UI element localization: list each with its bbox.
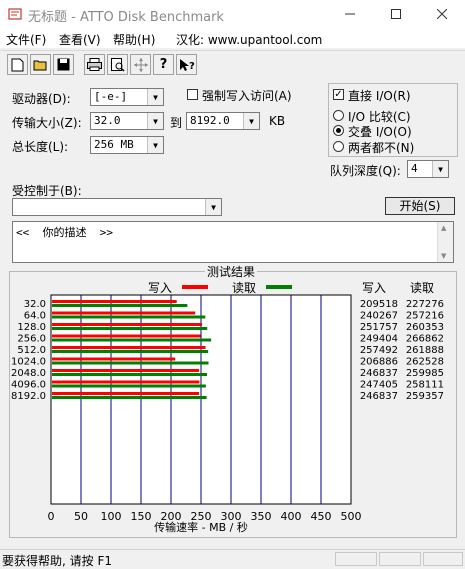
- x-tick-label: 450: [311, 510, 332, 523]
- read-value-label: 262528: [406, 357, 444, 368]
- write-value-label: 257492: [360, 345, 398, 356]
- read-bar: [52, 373, 207, 376]
- read-value-label: 259985: [406, 368, 444, 379]
- read-value-label: 227276: [406, 299, 444, 310]
- write-bar: [52, 380, 200, 384]
- read-bar: [52, 304, 188, 307]
- x-tick-label: 150: [131, 510, 152, 523]
- write-bar: [52, 392, 200, 395]
- status-cell-2: [379, 552, 421, 566]
- status-bar: 要获得帮助, 请按 F1: [0, 549, 465, 568]
- read-bar: [52, 350, 209, 353]
- y-category-label: 512.0: [17, 345, 46, 356]
- write-value-label: 246837: [360, 391, 398, 402]
- y-category-label: 4096.0: [11, 380, 46, 391]
- x-tick-label: 50: [74, 510, 88, 523]
- x-tick-label: 500: [341, 510, 362, 523]
- read-bar: [52, 315, 206, 319]
- write-value-label: 206886: [360, 357, 398, 368]
- y-category-label: 256.0: [17, 334, 46, 345]
- write-value-label: 209518: [360, 299, 398, 310]
- write-bar: [52, 346, 206, 349]
- write-bar: [52, 357, 176, 361]
- read-value-label: 258111: [406, 380, 444, 391]
- write-bar: [52, 369, 200, 372]
- y-category-label: 32.0: [24, 299, 46, 310]
- x-tick-label: 100: [101, 510, 122, 523]
- read-bar: [52, 327, 208, 330]
- x-tick-label: 350: [251, 510, 272, 523]
- read-bar: [52, 338, 212, 342]
- read-value-label: 260353: [406, 322, 444, 333]
- write-bar: [52, 323, 203, 326]
- write-value-label: 247405: [360, 380, 398, 391]
- write-value-label: 251757: [360, 322, 398, 333]
- write-bar: [52, 300, 177, 303]
- write-value-label: 240267: [360, 311, 398, 322]
- x-axis-label: 传输速率 - MB / 秒: [154, 520, 248, 534]
- status-text: 要获得帮助, 请按 F1: [2, 554, 112, 568]
- write-bar: [52, 334, 201, 338]
- write-bar: [52, 311, 196, 315]
- read-bar: [52, 384, 206, 388]
- read-value-label: 266862: [406, 334, 444, 345]
- x-tick-label: 0: [48, 510, 55, 523]
- write-value-label: 249404: [360, 334, 398, 345]
- read-bar: [52, 396, 207, 399]
- read-value-label: 257216: [406, 311, 444, 322]
- y-category-label: 64.0: [24, 311, 46, 322]
- status-cell-3: [423, 552, 463, 566]
- y-category-label: 1024.0: [11, 357, 46, 368]
- status-cell-1: [335, 552, 377, 566]
- y-category-label: 2048.0: [11, 368, 46, 379]
- y-category-label: 8192.0: [11, 391, 46, 402]
- y-category-label: 128.0: [17, 322, 46, 333]
- write-value-label: 246837: [360, 368, 398, 379]
- x-tick-label: 400: [281, 510, 302, 523]
- benchmark-chart: 0 50 100 150 200 250 300 350 400 450 500传输速率 - MB …: [11, 294, 444, 534]
- read-value-label: 259357: [406, 391, 444, 402]
- read-bar: [52, 361, 209, 365]
- read-value-label: 261888: [406, 345, 444, 356]
